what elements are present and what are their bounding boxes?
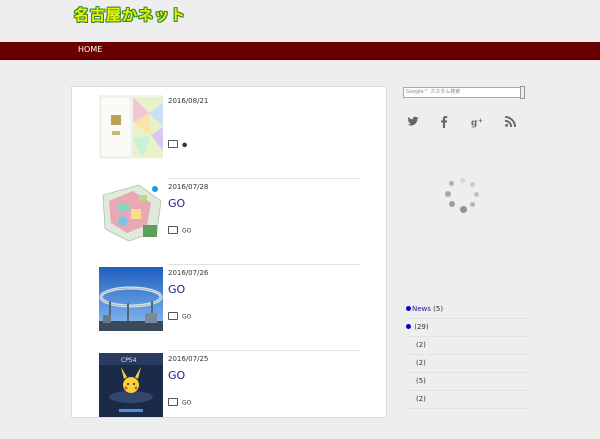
folder-icon [168,140,178,148]
post-thumbnail[interactable] [99,267,163,331]
google-plus-icon[interactable]: g + [471,116,485,131]
facebook-icon[interactable] [440,116,448,131]
site-logo[interactable]: 名古屋かネット [74,4,186,25]
post-category: GO [168,226,191,235]
folder-icon [168,398,178,406]
post-item: CP54 2016/07/25 GO GO [99,353,359,439]
rss-icon[interactable] [505,116,516,130]
category-link[interactable]: GO [182,228,191,235]
twitter-icon[interactable] [407,116,419,130]
post-list: 2016/08/21 ● 2016/07/28 GO GO 2016/07/26… [71,86,387,418]
loading-spinner-icon [445,178,481,214]
category-link[interactable]: ● [182,142,187,149]
folder-icon [168,226,178,234]
post-title[interactable]: GO [168,197,185,210]
post-thumbnail[interactable]: CP54 [99,353,163,417]
search-button[interactable] [520,86,525,99]
category-item[interactable]: (2) [406,391,528,409]
post-item: 2016/07/26 GO GO [99,267,360,353]
post-category: ● [168,140,187,149]
post-date: 2016/08/21 [168,97,209,105]
category-item[interactable]: (5) [406,373,528,391]
divider [168,178,360,179]
category-item[interactable]: (29) [406,319,528,337]
category-link[interactable]: GO [182,314,191,321]
post-thumbnail[interactable] [99,181,163,245]
category-list: News (5) (29) (2) (2) (5) (2) [406,301,528,409]
post-date: 2016/07/28 [168,183,209,191]
post-thumbnail[interactable] [99,95,163,159]
post-title[interactable]: GO [168,283,185,296]
bullet-icon [406,305,411,311]
site-header: 名古屋かネット [0,0,600,42]
main-nav: HOME [0,42,600,60]
svg-text:g: g [471,119,478,129]
bullet-icon [406,323,411,329]
category-link[interactable]: GO [182,400,191,407]
post-item: 2016/08/21 ● [99,95,360,181]
category-item[interactable]: (2) [406,337,528,355]
nav-home-link[interactable]: HOME [78,45,102,54]
post-item: 2016/07/28 GO GO [99,181,360,267]
divider [168,350,360,351]
divider [168,264,360,265]
category-item[interactable]: News (5) [406,301,528,319]
search-input[interactable]: Google™ カスタム検索 [403,87,521,98]
category-item[interactable]: (2) [406,355,528,373]
svg-text:+: + [478,118,483,125]
svg-text:CP54: CP54 [121,357,137,364]
post-date: 2016/07/25 [168,355,209,363]
post-date: 2016/07/26 [168,269,209,277]
post-category: GO [168,312,191,321]
folder-icon [168,312,178,320]
post-category: GO [168,398,191,407]
post-title[interactable]: GO [168,369,185,382]
